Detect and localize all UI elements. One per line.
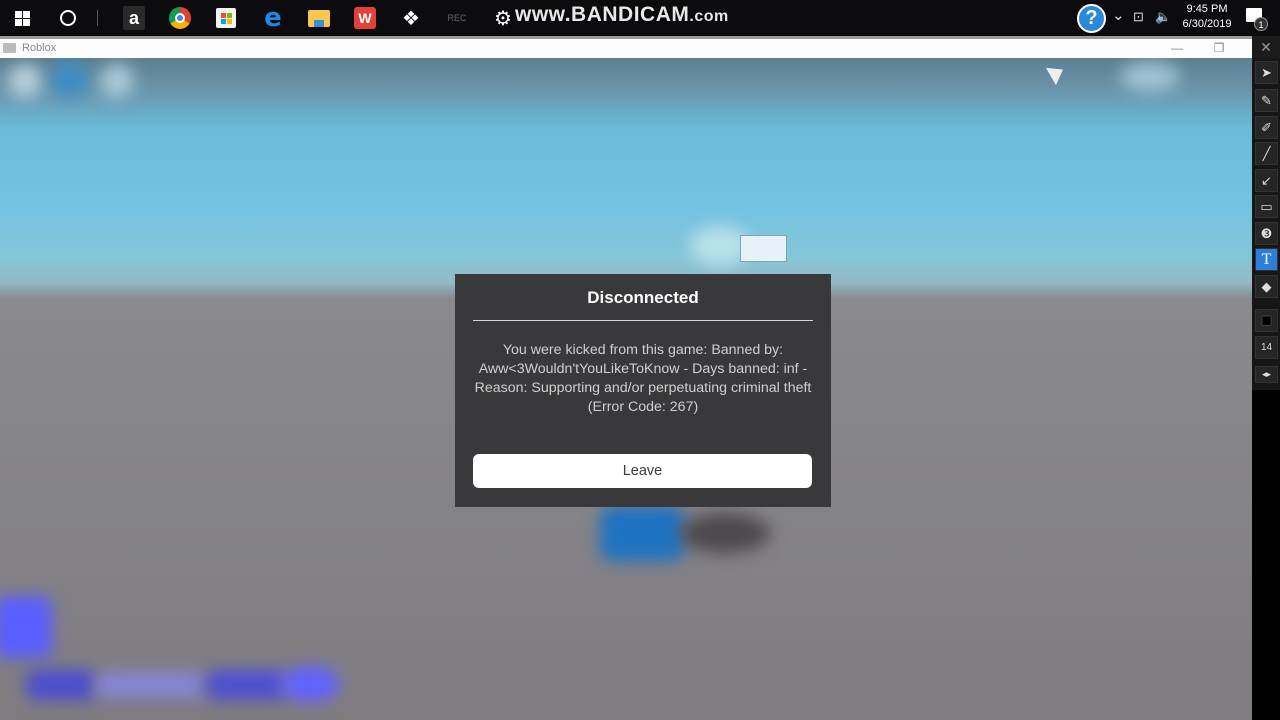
taskbar: a e W ❖ REC ⚙ www.BANDICAM.com ? ⌄ ⊡ 🔈 9… xyxy=(0,0,1280,36)
question-mark-icon: ? xyxy=(1085,7,1098,29)
blurred-bar-segment xyxy=(26,670,96,700)
cortana-button[interactable] xyxy=(56,6,80,30)
tool-highlighter[interactable]: ✐ xyxy=(1255,116,1278,139)
collapse-arrows-icon: ◂▸ xyxy=(1261,369,1272,379)
game-placeholder-rect xyxy=(740,235,787,262)
taskbar-app-dropbox[interactable]: ❖ xyxy=(399,6,423,30)
dialog-divider xyxy=(473,320,813,321)
blurred-player-list xyxy=(1120,62,1180,92)
window-title: Roblox xyxy=(22,42,57,54)
restore-button[interactable]: ❐ xyxy=(1204,39,1234,58)
text-tool-icon: T xyxy=(1261,250,1272,268)
pen-icon: ✎ xyxy=(1261,92,1272,108)
taskbar-app-store[interactable] xyxy=(214,6,238,30)
tool-pen[interactable]: ✎ xyxy=(1255,89,1278,112)
system-clock[interactable]: 9:45 PM 6/30/2019 xyxy=(1178,2,1236,32)
notification-count-badge: 1 xyxy=(1254,17,1268,31)
taskbar-app-settings[interactable]: ⚙ xyxy=(491,6,515,30)
tool-numbering[interactable]: ❸ xyxy=(1255,222,1278,245)
blurred-backpack-icon xyxy=(100,64,134,98)
windows-logo-icon xyxy=(14,10,30,26)
taskbar-app-edge[interactable]: e xyxy=(261,3,285,33)
rectangle-icon: ▭ xyxy=(1260,198,1273,214)
font-size-value: 14 xyxy=(1260,342,1273,353)
dialog-title: Disconnected xyxy=(587,288,699,307)
blurred-chat-icon xyxy=(52,62,88,98)
cursor-arrow-icon: ➤ xyxy=(1261,64,1272,80)
roblox-app-icon xyxy=(3,43,16,53)
eraser-icon: ◆ xyxy=(1261,278,1272,294)
tool-rectangle[interactable]: ▭ xyxy=(1255,195,1278,218)
gear-icon: ⚙ xyxy=(494,7,512,30)
volume-icon[interactable]: 🔈 xyxy=(1155,9,1171,25)
clock-time: 9:45 PM xyxy=(1186,3,1228,15)
numbering-icon: ❸ xyxy=(1260,225,1273,241)
blurred-player-character xyxy=(600,506,685,561)
font-size-selector[interactable]: 14 xyxy=(1255,336,1278,359)
taskbar-app-amazon[interactable]: a xyxy=(122,6,146,30)
close-button[interactable]: ✕ xyxy=(1252,36,1280,58)
help-button[interactable]: ? xyxy=(1077,4,1106,33)
leave-button[interactable]: Leave xyxy=(473,454,812,488)
blurred-character-shadow xyxy=(680,513,770,553)
dialog-message-block: You were kicked from this game: Banned b… xyxy=(469,341,817,417)
color-picker[interactable]: ■ xyxy=(1255,309,1278,332)
bandicam-icon: REC xyxy=(447,13,467,23)
taskbar-app-file-explorer[interactable] xyxy=(307,6,331,30)
amazon-icon: a xyxy=(123,6,145,30)
disconnected-dialog: Disconnected You were kicked from this g… xyxy=(455,274,831,507)
wps-icon: W xyxy=(354,7,376,29)
taskbar-app-wps[interactable]: W xyxy=(353,6,377,30)
arrow-icon: ↙ xyxy=(1261,172,1272,188)
chrome-icon xyxy=(169,7,191,29)
tool-arrow[interactable]: ↙ xyxy=(1255,169,1278,192)
taskbar-separator xyxy=(97,10,98,26)
blurred-bar-segment xyxy=(96,672,206,698)
cortana-circle-icon xyxy=(60,10,76,26)
watermark-main: www.BANDICAM xyxy=(515,3,690,26)
clock-date: 6/30/2019 xyxy=(1182,18,1232,30)
folder-icon xyxy=(308,9,330,27)
highlighter-icon: ✐ xyxy=(1261,119,1272,135)
kick-message: You were kicked from this game: Banned b… xyxy=(474,342,812,396)
show-hidden-icons-chevron-icon[interactable]: ⌄ xyxy=(1112,6,1125,24)
dropbox-icon: ❖ xyxy=(402,7,420,30)
tool-line[interactable]: ╱ xyxy=(1255,142,1278,165)
network-icon[interactable]: ⊡ xyxy=(1133,9,1144,25)
store-icon xyxy=(216,8,236,28)
screen: a e W ❖ REC ⚙ www.BANDICAM.com ? ⌄ ⊡ 🔈 9… xyxy=(0,0,1280,720)
bandicam-watermark: www.BANDICAM.com xyxy=(515,3,729,27)
error-code: (Error Code: 267) xyxy=(587,399,699,415)
tool-eraser[interactable]: ◆ xyxy=(1255,275,1278,298)
bandicam-drawing-toolbar: ➤ ✎ ✐ ╱ ↙ ▭ ❸ T ◆ ■ 14 ◂▸ xyxy=(1252,58,1280,390)
tool-cursor[interactable]: ➤ xyxy=(1255,61,1278,84)
blurred-blue-block xyxy=(0,596,52,658)
color-swatch-icon: ■ xyxy=(1261,310,1272,330)
taskbar-app-bandicam[interactable]: REC xyxy=(445,6,469,30)
minimize-button[interactable]: — xyxy=(1162,39,1192,58)
taskbar-app-chrome[interactable] xyxy=(168,6,192,30)
blurred-bar-segment xyxy=(206,670,286,700)
tool-text[interactable]: T xyxy=(1255,248,1278,271)
window-titlebar[interactable]: Roblox — ❐ xyxy=(0,36,1252,58)
line-icon: ╱ xyxy=(1262,145,1271,161)
edge-icon: e xyxy=(264,3,282,33)
blurred-bar-segment xyxy=(280,666,340,702)
start-button[interactable] xyxy=(10,6,34,30)
blurred-menu-icon xyxy=(8,64,42,98)
watermark-suffix: .com xyxy=(689,8,729,25)
toolbar-collapse-button[interactable]: ◂▸ xyxy=(1255,366,1278,383)
